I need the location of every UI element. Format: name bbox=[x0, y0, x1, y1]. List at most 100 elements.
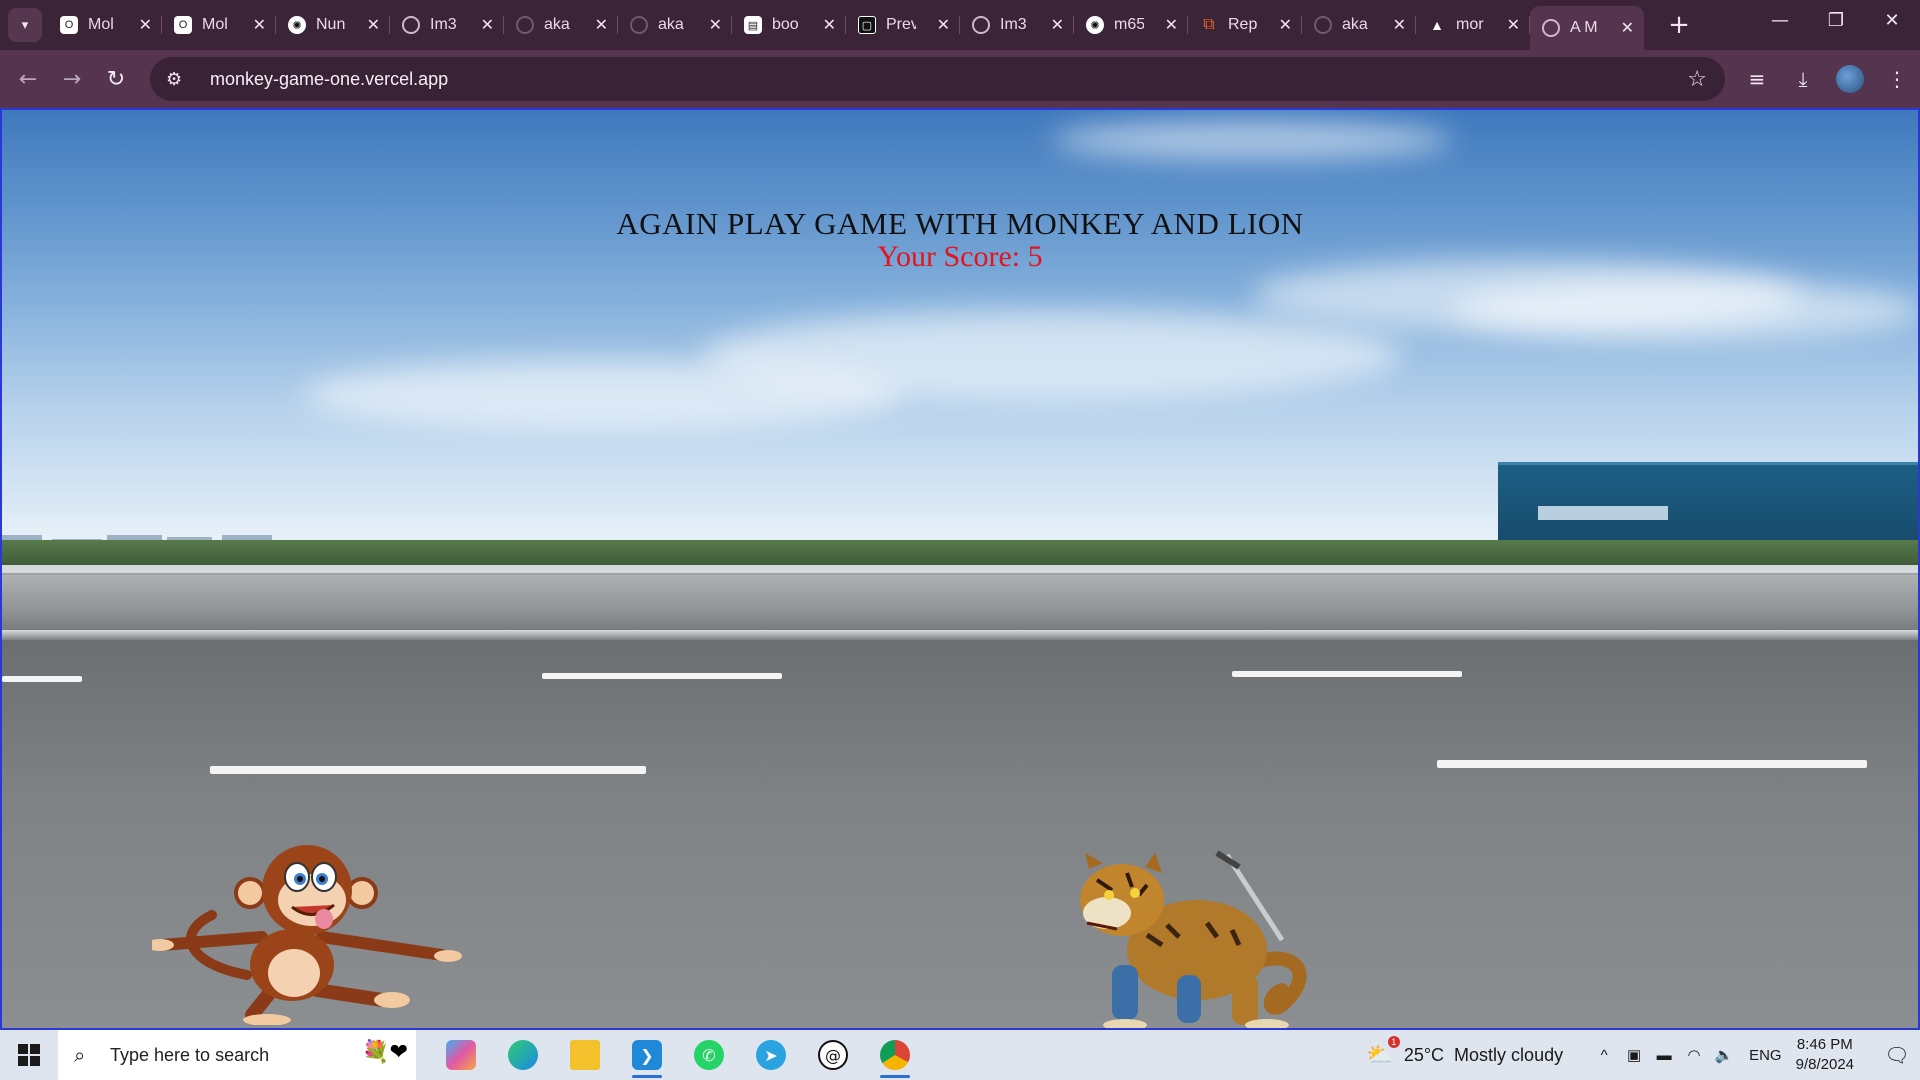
whatsapp-icon: ✆ bbox=[694, 1040, 724, 1070]
wifi-icon[interactable]: ◠ bbox=[1679, 1046, 1709, 1064]
close-tab-icon[interactable]: ✕ bbox=[595, 15, 608, 35]
preview-icon: ▢ bbox=[858, 16, 876, 34]
battery-icon[interactable]: ▬ bbox=[1649, 1047, 1679, 1064]
taskbar-app-file-explorer[interactable] bbox=[554, 1030, 616, 1080]
taskbar-app-telegram[interactable]: ➤ bbox=[740, 1030, 802, 1080]
reload-button[interactable]: ↻ bbox=[94, 57, 138, 101]
game-viewport[interactable]: AGAIN PLAY GAME WITH MONKEY AND LION You… bbox=[0, 108, 1920, 1030]
github-icon bbox=[1314, 16, 1332, 34]
tab-list: O Mol ✕ O Mol ✕ ✺ Nun ✕ Im3 ✕ aka ✕ aka ✕ ▤ boo ✕ ▢ Prev ✕ Im… bbox=[48, 0, 1644, 50]
search-icon: ⌕ bbox=[74, 1043, 86, 1067]
taskbar-app-threads[interactable]: @ bbox=[802, 1030, 864, 1080]
clock[interactable]: 8:46 PM 9/8/2024 bbox=[1796, 1035, 1854, 1075]
close-icon: ✕ bbox=[1884, 9, 1900, 31]
site-info-icon[interactable]: ⚙ bbox=[166, 69, 190, 90]
close-tab-icon[interactable]: ✕ bbox=[1621, 18, 1634, 38]
volume-icon[interactable]: 🔈 bbox=[1709, 1046, 1739, 1064]
restore-button[interactable]: ❐ bbox=[1808, 0, 1864, 40]
close-tab-icon[interactable]: ✕ bbox=[823, 15, 836, 35]
taskbar-search[interactable]: ⌕ Type here to search 💐❤ bbox=[58, 1030, 416, 1080]
url-text[interactable]: monkey-game-one.vercel.app bbox=[210, 69, 448, 90]
chevron-up-icon[interactable]: ^ bbox=[1589, 1047, 1619, 1064]
media-control-button[interactable]: ≡ bbox=[1734, 56, 1780, 102]
minimize-button[interactable]: — bbox=[1752, 0, 1808, 40]
close-tab-icon[interactable]: ✕ bbox=[709, 15, 722, 35]
weather-widget[interactable]: ⛅ 1 25°C Mostly cloudy bbox=[1366, 1036, 1564, 1068]
telegram-icon: ➤ bbox=[756, 1040, 786, 1070]
close-tab-icon[interactable]: ✕ bbox=[1279, 15, 1292, 35]
guard-rail bbox=[2, 565, 1918, 575]
close-tab-icon[interactable]: ✕ bbox=[139, 15, 152, 35]
threads-icon: @ bbox=[818, 1040, 848, 1070]
notification-icon[interactable]: 🗨 bbox=[1874, 1043, 1920, 1068]
taskbar-app-copilot[interactable] bbox=[430, 1030, 492, 1080]
profile-avatar[interactable] bbox=[1836, 65, 1864, 93]
arrow-left-icon: ← bbox=[18, 66, 38, 92]
score-label: Your Score: bbox=[877, 240, 1021, 273]
download-icon: ⤓ bbox=[1798, 67, 1808, 91]
browser-tab[interactable]: Im3 ✕ bbox=[960, 0, 1074, 50]
arrow-right-icon: → bbox=[62, 66, 82, 92]
downloads-button[interactable]: ⤓ bbox=[1780, 56, 1826, 102]
windows-taskbar: ⌕ Type here to search 💐❤ ❯ ✆ ➤ @ ⛅ 1 25°C… bbox=[0, 1030, 1920, 1080]
browser-tab[interactable]: ▢ Prev ✕ bbox=[846, 0, 960, 50]
clock-time: 8:46 PM bbox=[1796, 1036, 1853, 1053]
browser-tab[interactable]: ✺ m65 ✕ bbox=[1074, 0, 1188, 50]
close-tab-icon[interactable]: ✕ bbox=[1051, 15, 1064, 35]
browser-tab[interactable]: aka ✕ bbox=[504, 0, 618, 50]
tab-title: Im3 bbox=[1000, 16, 1027, 33]
close-window-button[interactable]: ✕ bbox=[1864, 0, 1920, 40]
tab-title: A M bbox=[1570, 19, 1598, 36]
close-tab-icon[interactable]: ✕ bbox=[253, 15, 266, 35]
tab-title: aka bbox=[658, 16, 684, 33]
taskbar-app-vscode[interactable]: ❯ bbox=[616, 1030, 678, 1080]
score-display: Your Score: 5 bbox=[2, 240, 1918, 274]
browser-tab[interactable]: A M ✕ bbox=[1530, 6, 1644, 50]
language-indicator[interactable]: ENG bbox=[1749, 1047, 1782, 1064]
browser-toolbar: ← → ↻ ⚙ monkey-game-one.vercel.app ☆ ≡ ⤓… bbox=[0, 50, 1920, 108]
browser-tab[interactable]: O Mol ✕ bbox=[162, 0, 276, 50]
weather-desc: Mostly cloudy bbox=[1454, 1044, 1564, 1065]
vscode-icon: ❯ bbox=[632, 1040, 662, 1070]
tab-title: boo bbox=[772, 16, 799, 33]
monkey-character[interactable] bbox=[152, 845, 462, 1025]
browser-tab[interactable]: O Mol ✕ bbox=[48, 0, 162, 50]
browser-tab[interactable]: ⧉ Rep ✕ bbox=[1188, 0, 1302, 50]
window-controls: — ❐ ✕ bbox=[1752, 0, 1920, 40]
browser-tab[interactable]: ▤ boo ✕ bbox=[732, 0, 846, 50]
back-button[interactable]: ← bbox=[6, 57, 50, 101]
address-bar[interactable]: ⚙ monkey-game-one.vercel.app ☆ bbox=[150, 57, 1725, 101]
browser-tab[interactable]: ✺ Nun ✕ bbox=[276, 0, 390, 50]
browser-tab[interactable]: ▲ mor ✕ bbox=[1416, 0, 1530, 50]
bookmark-star-icon[interactable]: ☆ bbox=[1687, 67, 1707, 92]
cloud bbox=[702, 310, 1402, 400]
close-tab-icon[interactable]: ✕ bbox=[367, 15, 380, 35]
taskbar-app-chrome[interactable] bbox=[864, 1030, 926, 1080]
chatgpt-icon: ✺ bbox=[1086, 16, 1104, 34]
close-tab-icon[interactable]: ✕ bbox=[1165, 15, 1178, 35]
taskbar-app-whatsapp[interactable]: ✆ bbox=[678, 1030, 740, 1080]
hangar-window bbox=[1538, 506, 1668, 520]
close-tab-icon[interactable]: ✕ bbox=[1393, 15, 1406, 35]
taskbar-app-edge[interactable] bbox=[492, 1030, 554, 1080]
forward-button[interactable]: → bbox=[50, 57, 94, 101]
taskbar-apps: ❯ ✆ ➤ @ bbox=[430, 1030, 926, 1080]
menu-button[interactable]: ⋮ bbox=[1874, 56, 1920, 102]
tab-search-menu-button[interactable]: ▾ bbox=[8, 8, 42, 42]
game-title: AGAIN PLAY GAME WITH MONKEY AND LION bbox=[616, 206, 1304, 241]
close-tab-icon[interactable]: ✕ bbox=[481, 15, 494, 35]
meet-now-icon[interactable]: ▣ bbox=[1619, 1046, 1649, 1064]
browser-tab[interactable]: Im3 ✕ bbox=[390, 0, 504, 50]
tab-title: Rep bbox=[1228, 16, 1258, 33]
close-tab-icon[interactable]: ✕ bbox=[1507, 15, 1520, 35]
reload-icon: ↻ bbox=[106, 66, 126, 92]
browser-tab[interactable]: aka ✕ bbox=[618, 0, 732, 50]
lane-marking bbox=[1232, 671, 1462, 677]
browser-tab[interactable]: aka ✕ bbox=[1302, 0, 1416, 50]
new-tab-button[interactable]: + bbox=[1664, 10, 1694, 40]
lane-marking bbox=[542, 673, 782, 679]
tab-title: Prev bbox=[886, 16, 916, 33]
lion-character[interactable] bbox=[1067, 845, 1337, 1030]
start-button[interactable] bbox=[0, 1030, 58, 1080]
close-tab-icon[interactable]: ✕ bbox=[937, 15, 950, 35]
